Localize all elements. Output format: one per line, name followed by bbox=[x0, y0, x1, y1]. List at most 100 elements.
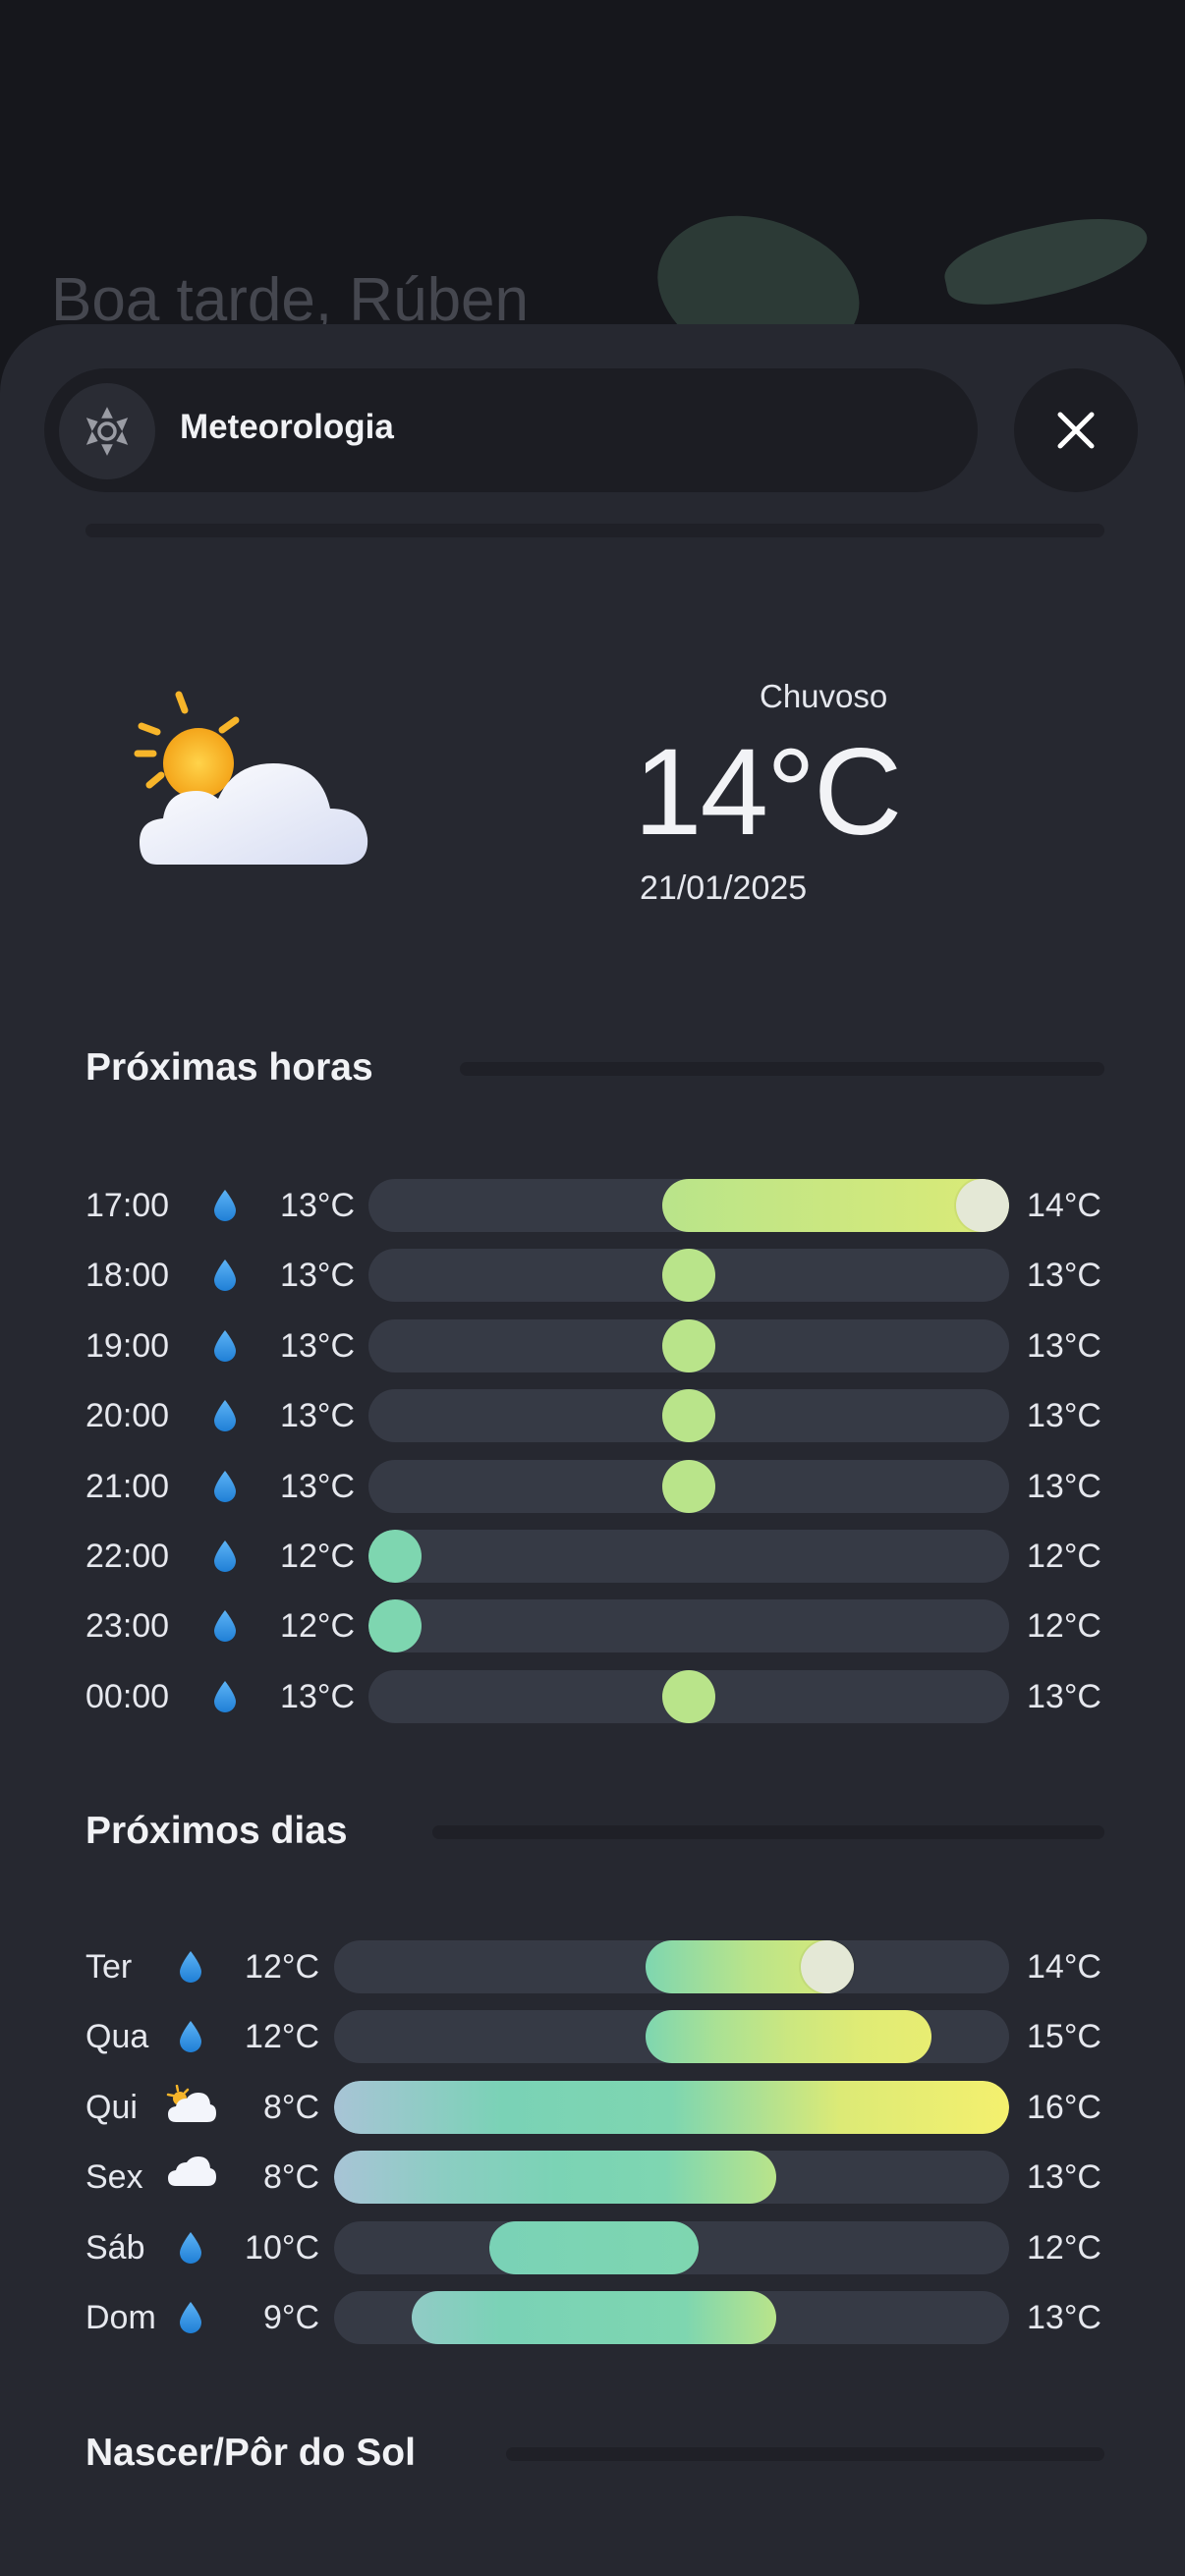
max-temperature: 14°C bbox=[1027, 1187, 1101, 1224]
hourly-row: 22:00 12°C 12°C bbox=[0, 1530, 1185, 1583]
temperature-range-bar bbox=[334, 2151, 776, 2205]
hourly-row: 18:00 13°C 13°C bbox=[0, 1249, 1185, 1303]
hour-label: 20:00 bbox=[85, 1397, 170, 1435]
current-temperature-marker bbox=[956, 1179, 1009, 1232]
temperature-range-bar bbox=[662, 1389, 715, 1443]
close-icon bbox=[1057, 412, 1095, 449]
rain-drop-icon bbox=[178, 1950, 203, 1988]
current-temperature-marker bbox=[800, 1940, 854, 1993]
hourly-section-title: Próximas horas bbox=[85, 1046, 373, 1089]
rain-drop-icon bbox=[212, 1189, 238, 1227]
hourly-row: 00:00 13°C 13°C bbox=[0, 1669, 1185, 1723]
sun-gear-icon bbox=[59, 383, 155, 479]
temperature-range-track bbox=[368, 1599, 1009, 1653]
cloud-icon bbox=[166, 2155, 217, 2193]
max-temperature: 13°C bbox=[1027, 1467, 1101, 1505]
temperature-range-bar bbox=[662, 1318, 715, 1372]
temperature-range-bar bbox=[368, 1530, 422, 1583]
sun-section-title: Nascer/Pôr do Sol bbox=[85, 2432, 416, 2474]
rain-drop-icon bbox=[178, 2231, 203, 2269]
temperature-range-track bbox=[334, 2220, 1009, 2274]
partly-cloudy-icon bbox=[128, 683, 393, 884]
hourly-row: 23:00 12°C 12°C bbox=[0, 1599, 1185, 1653]
hour-label: 23:00 bbox=[85, 1607, 170, 1646]
temperature-range-track bbox=[334, 1940, 1009, 1993]
temperature-range-track bbox=[368, 1669, 1009, 1723]
min-temperature: 13°C bbox=[280, 1467, 355, 1505]
daily-section-title: Próximos dias bbox=[85, 1810, 348, 1852]
header-title: Meteorologia bbox=[180, 408, 394, 446]
rain-drop-icon bbox=[212, 1329, 238, 1368]
min-temperature: 13°C bbox=[280, 1187, 355, 1224]
temperature-range-bar bbox=[645, 2010, 931, 2064]
rain-drop-icon bbox=[212, 1470, 238, 1508]
min-temperature: 10°C bbox=[245, 2228, 319, 2267]
day-label: Ter bbox=[85, 1948, 133, 1986]
min-temperature: 13°C bbox=[280, 1397, 355, 1435]
temperature-range-track bbox=[368, 1530, 1009, 1583]
max-temperature: 12°C bbox=[1027, 2228, 1101, 2267]
daily-row: Ter 12°C 14°C bbox=[0, 1940, 1185, 1993]
temperature-range-track bbox=[368, 1179, 1009, 1232]
daily-row: Qua 12°C 15°C bbox=[0, 2010, 1185, 2064]
rain-drop-icon bbox=[212, 1540, 238, 1578]
max-temperature: 13°C bbox=[1027, 1677, 1101, 1715]
day-label: Sex bbox=[85, 2158, 143, 2197]
hour-label: 19:00 bbox=[85, 1326, 170, 1365]
rain-drop-icon bbox=[212, 1609, 238, 1648]
day-label: Qua bbox=[85, 2018, 149, 2056]
temperature-range-track bbox=[334, 2080, 1009, 2134]
hour-label: 21:00 bbox=[85, 1467, 170, 1505]
hourly-row: 21:00 13°C 13°C bbox=[0, 1459, 1185, 1513]
temperature-range-bar bbox=[412, 2291, 776, 2344]
max-temperature: 13°C bbox=[1027, 1397, 1101, 1435]
daily-row: Sáb 10°C 12°C bbox=[0, 2220, 1185, 2274]
rain-drop-icon bbox=[212, 1399, 238, 1437]
temperature-range-bar bbox=[662, 1669, 715, 1723]
day-label: Sáb bbox=[85, 2228, 145, 2267]
temperature-range-bar bbox=[368, 1599, 422, 1653]
temperature-range-bar bbox=[662, 1459, 715, 1513]
max-temperature: 13°C bbox=[1027, 2299, 1101, 2336]
temperature-range-track bbox=[368, 1459, 1009, 1513]
current-temperature: 14°C bbox=[634, 724, 902, 861]
current-date: 21/01/2025 bbox=[640, 869, 808, 907]
hourly-row: 20:00 13°C 13°C bbox=[0, 1389, 1185, 1443]
min-temperature: 12°C bbox=[245, 2018, 319, 2056]
hour-label: 18:00 bbox=[85, 1257, 170, 1295]
rain-drop-icon bbox=[178, 2020, 203, 2058]
rain-drop-icon bbox=[212, 1680, 238, 1718]
daily-row: Qui 8°C 16°C bbox=[0, 2080, 1185, 2134]
min-temperature: 13°C bbox=[280, 1677, 355, 1715]
hour-label: 17:00 bbox=[85, 1187, 170, 1224]
max-temperature: 13°C bbox=[1027, 2158, 1101, 2197]
daily-row: Dom 9°C 13°C bbox=[0, 2291, 1185, 2344]
temperature-range-track bbox=[368, 1389, 1009, 1443]
rain-drop-icon bbox=[178, 2301, 203, 2339]
max-temperature: 12°C bbox=[1027, 1607, 1101, 1646]
rain-drop-icon bbox=[212, 1259, 238, 1297]
section-divider bbox=[460, 1062, 1104, 1076]
hour-label: 00:00 bbox=[85, 1677, 170, 1715]
temperature-range-track bbox=[368, 1318, 1009, 1372]
min-temperature: 13°C bbox=[280, 1257, 355, 1295]
close-button[interactable] bbox=[1014, 368, 1138, 492]
hourly-row: 17:00 13°C 14°C bbox=[0, 1179, 1185, 1232]
max-temperature: 13°C bbox=[1027, 1326, 1101, 1365]
min-temperature: 8°C bbox=[262, 2088, 319, 2126]
temperature-range-track bbox=[368, 1249, 1009, 1303]
hour-label: 22:00 bbox=[85, 1538, 170, 1575]
background-leaf bbox=[938, 204, 1155, 316]
max-temperature: 15°C bbox=[1027, 2018, 1101, 2056]
day-label: Dom bbox=[85, 2299, 156, 2336]
max-temperature: 12°C bbox=[1027, 1538, 1101, 1575]
temperature-range-track bbox=[334, 2010, 1009, 2064]
min-temperature: 8°C bbox=[262, 2158, 319, 2197]
temperature-range-track bbox=[334, 2291, 1009, 2344]
section-divider bbox=[506, 2447, 1104, 2461]
divider bbox=[85, 524, 1104, 537]
max-temperature: 16°C bbox=[1027, 2088, 1101, 2126]
temperature-range-track bbox=[334, 2151, 1009, 2205]
section-divider bbox=[432, 1825, 1104, 1839]
current-condition: Chuvoso bbox=[760, 678, 888, 714]
